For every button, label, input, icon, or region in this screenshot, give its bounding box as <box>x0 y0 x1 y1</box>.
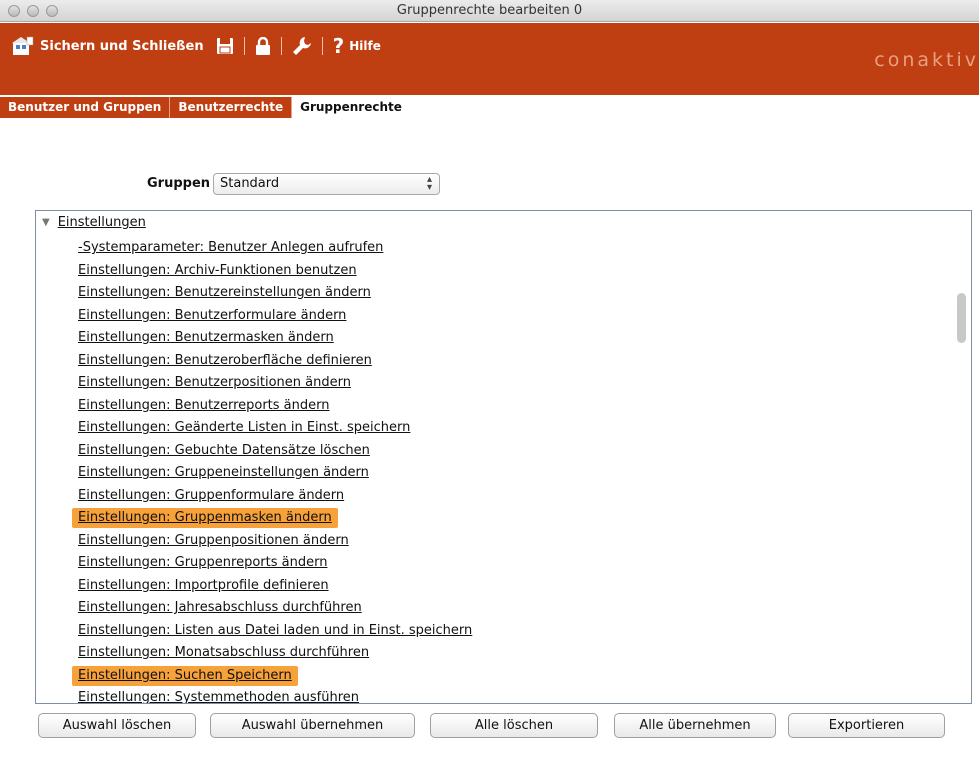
groups-selected-value: Standard <box>220 176 280 191</box>
apply-selection-button[interactable]: Auswahl übernehmen <box>210 713 415 738</box>
list-item[interactable]: Einstellungen: Benutzerpositionen ändern <box>72 372 478 395</box>
toolbar-separator <box>280 37 282 55</box>
tree-parent-einstellungen[interactable]: ▼ Einstellungen <box>42 215 146 230</box>
toolbar-separator <box>243 37 245 55</box>
title-bar: Gruppenrechte bearbeiten 0 <box>0 0 979 22</box>
rights-list[interactable]: ▼ Einstellungen -Systemparameter: Benutz… <box>35 210 972 704</box>
delete-all-button[interactable]: Alle löschen <box>430 713 598 738</box>
list-item[interactable]: Einstellungen: Monatsabschluss durchführ… <box>72 642 478 665</box>
list-item[interactable]: Einstellungen: Gebuchte Datensätze lösch… <box>72 440 478 463</box>
groups-select[interactable]: Standard ▴ ▾ <box>213 173 440 195</box>
toolbar: Sichern und Schließen ? Hilfe conaktiv <box>0 23 979 95</box>
floppy-disk-icon[interactable] <box>216 37 234 55</box>
tree-parent-label: Einstellungen <box>57 215 146 230</box>
select-arrows-icon: ▴ ▾ <box>426 174 432 193</box>
list-item[interactable]: Einstellungen: Gruppenreports ändern <box>72 552 478 575</box>
apply-all-button[interactable]: Alle übernehmen <box>614 713 776 738</box>
list-item[interactable]: Einstellungen: Jahresabschluss durchführ… <box>72 597 478 620</box>
list-item[interactable]: Einstellungen: Benutzerreports ändern <box>72 395 478 418</box>
wrench-icon[interactable] <box>292 36 312 56</box>
list-item[interactable]: Einstellungen: Listen aus Datei laden un… <box>72 620 478 643</box>
list-item[interactable]: Einstellungen: Importprofile definieren <box>72 575 478 598</box>
list-item[interactable]: Einstellungen: Archiv-Funktionen benutze… <box>72 260 478 283</box>
help-button[interactable]: ? Hilfe <box>333 34 381 58</box>
tab-users-and-groups[interactable]: Benutzer und Gruppen <box>0 97 171 118</box>
list-item[interactable]: Einstellungen: Benutzeroberfläche defini… <box>72 350 478 373</box>
conaktiv-logo: conaktiv <box>874 49 979 71</box>
list-item[interactable]: Einstellungen: Gruppenpositionen ändern <box>72 530 478 553</box>
list-item[interactable]: Einstellungen: Gruppeneinstellungen ände… <box>72 462 478 485</box>
save-and-close-label: Sichern und Schließen <box>40 38 204 54</box>
save-close-icon <box>12 36 34 56</box>
tab-user-rights[interactable]: Benutzerrechte <box>170 97 293 118</box>
save-and-close-button[interactable]: Sichern und Schließen <box>12 36 204 56</box>
groups-label: Gruppen <box>147 176 211 191</box>
list-item[interactable]: Einstellungen: Gruppenformulare ändern <box>72 485 478 508</box>
tab-group-rights[interactable]: Gruppenrechte <box>292 97 410 118</box>
export-button[interactable]: Exportieren <box>788 713 945 738</box>
question-mark-icon: ? <box>332 34 345 58</box>
tree-items: -Systemparameter: Benutzer Anlegen aufru… <box>72 237 478 703</box>
list-item[interactable]: Einstellungen: Benutzerformulare ändern <box>72 305 478 328</box>
list-item[interactable]: Einstellungen: Benutzermasken ändern <box>72 327 478 350</box>
list-item-selected[interactable]: Einstellungen: Gruppenmasken ändern <box>72 507 478 530</box>
list-item[interactable]: Einstellungen: Benutzereinstellungen änd… <box>72 282 478 305</box>
scrollbar-thumb[interactable] <box>957 293 966 343</box>
help-label: Hilfe <box>349 39 381 53</box>
window-title: Gruppenrechte bearbeiten 0 <box>396 3 583 18</box>
list-item[interactable]: Einstellungen: Geänderte Listen in Einst… <box>72 417 478 440</box>
lock-icon[interactable] <box>255 37 271 55</box>
clear-selection-button[interactable]: Auswahl löschen <box>38 713 196 738</box>
list-item-selected[interactable]: Einstellungen: Suchen Speichern <box>72 665 478 688</box>
list-item[interactable]: Einstellungen: Systemmethoden ausführen <box>72 687 478 703</box>
list-item[interactable]: -Systemparameter: Benutzer Anlegen aufru… <box>72 237 478 260</box>
toolbar-separator <box>321 37 323 55</box>
tab-bar: Benutzer und Gruppen Benutzerrechte Grup… <box>0 97 410 118</box>
disclosure-triangle-icon[interactable]: ▼ <box>42 217 50 228</box>
list-scrollbar[interactable] <box>953 211 967 703</box>
